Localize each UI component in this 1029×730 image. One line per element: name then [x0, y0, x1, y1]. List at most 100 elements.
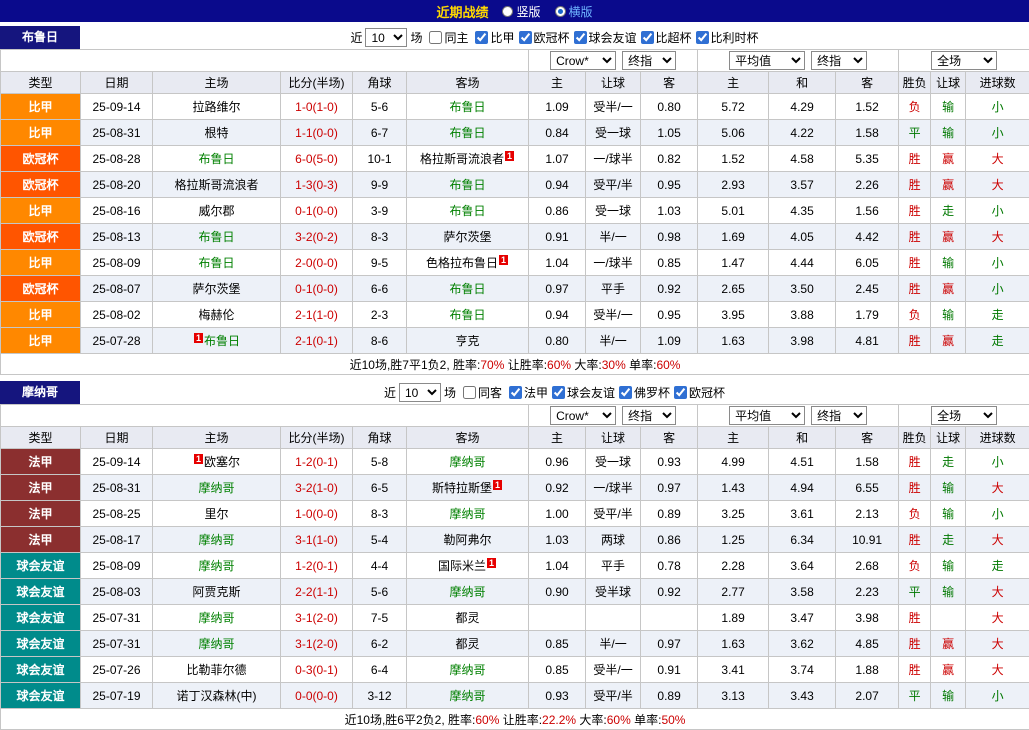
odds-away-cell: 0.82: [641, 146, 698, 172]
odds-company-select[interactable]: Crow*: [550, 406, 616, 425]
team-tab[interactable]: 摩纳哥: [0, 381, 80, 404]
odds-handicap-cell: 受平/半: [586, 683, 641, 709]
league-filter[interactable]: 欧冠杯: [515, 29, 570, 46]
odds-company-select[interactable]: Crow*: [550, 51, 616, 70]
same-venue-filter[interactable]: 同主: [425, 29, 468, 46]
league-type-badge: 比甲: [1, 302, 81, 328]
same-venue-checkbox[interactable]: [463, 386, 476, 399]
avg-away-cell: 1.88: [836, 657, 899, 683]
match-date-cell: 25-08-07: [81, 276, 153, 302]
league-checkbox[interactable]: [509, 386, 522, 399]
league-filter[interactable]: 比甲: [471, 29, 514, 46]
avg-time-select[interactable]: 终指: [811, 406, 867, 425]
corners-cell: 6-7: [353, 120, 407, 146]
league-filter[interactable]: 球会友谊: [548, 384, 615, 401]
league-type-badge: 法甲: [1, 501, 81, 527]
team-tab[interactable]: 布鲁日: [0, 26, 80, 49]
match-row: 法甲25-09-141欧塞尔1-2(0-1)5-8摩纳哥0.96受一球0.934…: [1, 449, 1029, 475]
league-checkbox[interactable]: [696, 31, 709, 44]
league-checkbox[interactable]: [475, 31, 488, 44]
away-team-cell: 布鲁日: [407, 302, 529, 328]
column-header: 客: [836, 427, 899, 449]
avg-draw-cell: 6.34: [769, 527, 836, 553]
match-row: 法甲25-08-31摩纳哥3-2(1-0)6-5斯特拉斯堡10.92一/球半0.…: [1, 475, 1029, 501]
result-goals-cell: 小: [966, 501, 1029, 527]
avg-home-cell: 1.69: [698, 224, 769, 250]
column-header: 客场: [407, 427, 529, 449]
league-checkbox[interactable]: [641, 31, 654, 44]
league-checkbox[interactable]: [552, 386, 565, 399]
summary-value: 60%: [607, 713, 631, 727]
scope-select[interactable]: 全场: [931, 406, 997, 425]
odds-time-select[interactable]: 终指: [622, 51, 676, 70]
league-type-badge: 球会友谊: [1, 683, 81, 709]
league-checkbox[interactable]: [519, 31, 532, 44]
result-handicap-cell: 输: [931, 579, 966, 605]
rank-badge: 1: [493, 480, 502, 490]
odds-away-cell: 0.92: [641, 579, 698, 605]
odds-home-cell: 1.00: [529, 501, 586, 527]
away-team-cell: 都灵: [407, 631, 529, 657]
rank-badge: 1: [194, 454, 203, 464]
league-filter[interactable]: 法甲: [505, 384, 548, 401]
result-handicap-cell: 走: [931, 449, 966, 475]
radio-icon: [555, 6, 566, 17]
match-row: 比甲25-08-09布鲁日2-0(0-0)9-5色格拉布鲁日11.04一/球半0…: [1, 250, 1029, 276]
layout-option[interactable]: 横版: [555, 3, 593, 20]
team-section-away: 摩纳哥 近 10 场 同客 法甲球会友谊佛罗杯欧冠杯: [0, 381, 1029, 730]
league-type-badge: 球会友谊: [1, 631, 81, 657]
avg-select[interactable]: 平均值: [729, 51, 805, 70]
stats-table: Crow* 终指 平均值 终指: [0, 404, 1029, 730]
odds-handicap-cell: 受半/一: [586, 94, 641, 120]
avg-home-cell: 5.72: [698, 94, 769, 120]
result-goals-cell: 大: [966, 172, 1029, 198]
odds-handicap-cell: 半/一: [586, 224, 641, 250]
league-type-badge: 欧冠杯: [1, 172, 81, 198]
league-filter[interactable]: 佛罗杯: [615, 384, 670, 401]
league-filter[interactable]: 欧冠杯: [670, 384, 725, 401]
match-count-select[interactable]: 10: [399, 383, 441, 402]
scope-select[interactable]: 全场: [931, 51, 997, 70]
odds-home-cell: 0.92: [529, 475, 586, 501]
odds-home-cell: [529, 605, 586, 631]
column-header: 比分(半场): [281, 427, 353, 449]
avg-time-select[interactable]: 终指: [811, 51, 867, 70]
summary-label: 让胜率:: [504, 358, 547, 372]
result-goals-cell: 大: [966, 146, 1029, 172]
layout-option-label: 横版: [569, 3, 593, 20]
result-wdl-cell: 平: [899, 120, 931, 146]
league-filter[interactable]: 球会友谊: [570, 29, 637, 46]
same-venue-checkbox[interactable]: [429, 31, 442, 44]
result-handicap-cell: 赢: [931, 172, 966, 198]
avg-draw-cell: 3.88: [769, 302, 836, 328]
filters: 近 10 场 同主 比甲欧冠杯球会友谊比超杯比利时杯: [80, 26, 1029, 49]
avg-home-cell: 5.06: [698, 120, 769, 146]
league-checkbox[interactable]: [619, 386, 632, 399]
result-goals-cell: 大: [966, 605, 1029, 631]
same-venue-filter[interactable]: 同客: [459, 384, 502, 401]
summary-label: 让胜率:: [499, 713, 542, 727]
league-filter[interactable]: 比利时杯: [692, 29, 759, 46]
away-team-cell: 勒阿弗尔: [407, 527, 529, 553]
match-row: 欧冠杯25-08-13布鲁日3-2(0-2)8-3萨尔茨堡0.91半/一0.98…: [1, 224, 1029, 250]
match-row: 球会友谊25-08-03阿贾克斯2-2(1-1)5-6摩纳哥0.90受半球0.9…: [1, 579, 1029, 605]
corners-cell: 10-1: [353, 146, 407, 172]
league-filter[interactable]: 比超杯: [637, 29, 692, 46]
match-count-select[interactable]: 10: [365, 28, 407, 47]
layout-option[interactable]: 竖版: [502, 3, 540, 20]
odds-away-cell: 0.78: [641, 553, 698, 579]
odds-handicap-cell: 一/球半: [586, 146, 641, 172]
result-goals-cell: 小: [966, 94, 1029, 120]
avg-select[interactable]: 平均值: [729, 406, 805, 425]
result-handicap-cell: 走: [931, 198, 966, 224]
odds-time-select[interactable]: 终指: [622, 406, 676, 425]
league-checkbox[interactable]: [674, 386, 687, 399]
league-checkbox[interactable]: [574, 31, 587, 44]
column-header: 类型: [1, 427, 81, 449]
column-header: 客: [836, 72, 899, 94]
avg-controls: 平均值 终指: [698, 50, 899, 72]
corners-cell: 8-6: [353, 328, 407, 354]
team-name: 布鲁日: [198, 230, 234, 244]
odds-away-cell: 0.91: [641, 657, 698, 683]
home-team-cell: 布鲁日: [153, 250, 281, 276]
